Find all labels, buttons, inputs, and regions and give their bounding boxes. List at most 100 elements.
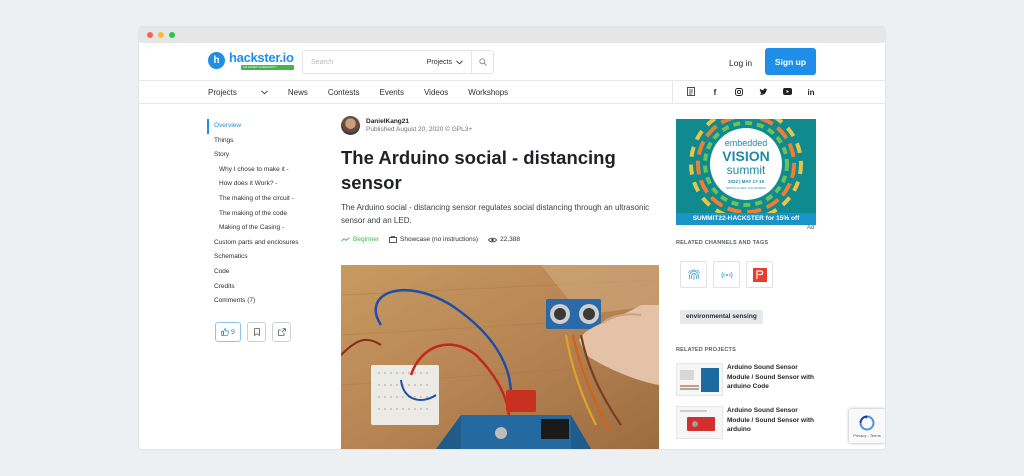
view-count: 22,388 — [488, 236, 520, 243]
recaptcha-badge[interactable]: Privacy - Terms — [849, 409, 885, 443]
search-icon — [478, 58, 487, 66]
chevron-down-icon — [261, 90, 268, 95]
related-project-item[interactable]: Arduino Sound Sensor Module / Sound Sens… — [676, 363, 817, 396]
recaptcha-icon — [859, 415, 875, 430]
bookmark-button[interactable] — [247, 322, 266, 342]
project-cover-image[interactable] — [341, 265, 659, 449]
bookmark-icon — [253, 328, 260, 336]
view-count-label: 22,388 — [500, 236, 520, 243]
related-project-title: Arduino Sound Sensor Module / Sound Sens… — [727, 364, 815, 390]
project-actions: 9 — [215, 322, 291, 342]
toc-item-schematics[interactable]: Schematics — [208, 250, 299, 265]
showcase-icon — [389, 236, 397, 243]
nav-projects-label: Projects — [208, 88, 237, 97]
related-project-thumbnail — [676, 406, 723, 439]
table-of-contents: Overview Things Story Why I chose to mak… — [207, 119, 299, 309]
share-button[interactable] — [272, 322, 291, 342]
share-icon — [277, 328, 286, 336]
wireless-icon — [720, 271, 733, 278]
nav-events[interactable]: Events — [380, 88, 404, 97]
close-window-dot[interactable] — [147, 32, 153, 38]
eye-icon — [488, 237, 498, 242]
related-channels-heading: RELATED CHANNELS AND TAGS — [676, 240, 769, 246]
toc-item-how-works[interactable]: How does it Work? - — [208, 177, 299, 192]
ad-label: Ad — [807, 225, 815, 231]
project-type-label: Showcase (no instructions) — [400, 236, 479, 243]
toc-item-credits[interactable]: Credits — [208, 280, 299, 295]
chevron-down-icon — [456, 59, 463, 64]
logo-text: hackster.io — [229, 50, 294, 65]
project-title: The Arduino social - distancing sensor — [341, 147, 616, 193]
ad-location: SANTA CLARA, CALIFORNIA — [725, 186, 767, 190]
project-description: The Arduino social - distancing sensor r… — [341, 203, 650, 225]
toc-item-overview[interactable]: Overview — [207, 119, 299, 134]
search-scope-dropdown[interactable]: Projects — [427, 59, 471, 66]
login-link[interactable]: Log in — [729, 58, 752, 68]
nav-divider — [672, 81, 673, 104]
author-avatar[interactable] — [341, 116, 360, 135]
window-titlebar — [139, 27, 885, 43]
difficulty-icon — [341, 236, 350, 241]
minimize-window-dot[interactable] — [158, 32, 164, 38]
channel-tile-brand[interactable] — [746, 261, 773, 288]
nav-contests[interactable]: Contests — [328, 88, 360, 97]
tag-environmental-sensing[interactable]: environmental sensing — [680, 310, 763, 324]
channel-tile-wireless[interactable] — [713, 261, 740, 288]
logo-badge: AN AVNET COMMUNITY — [241, 65, 294, 70]
related-project-thumbnail — [676, 363, 723, 396]
search-bar: Search Projects — [302, 50, 494, 74]
toc-item-comments[interactable]: Comments (7) — [208, 294, 299, 309]
ad-line-vision: VISION — [722, 148, 770, 164]
twitter-icon[interactable] — [758, 87, 768, 98]
nav-workshops[interactable]: Workshops — [468, 88, 508, 97]
main-nav: Projects News Contests Events Videos Wor… — [139, 81, 885, 104]
youtube-icon[interactable] — [782, 88, 792, 97]
fingerprint-icon — [687, 269, 700, 280]
signup-button[interactable]: Sign up — [765, 48, 816, 75]
recaptcha-label[interactable]: Privacy - Terms — [853, 433, 880, 438]
channel-tiles — [680, 261, 773, 288]
toc-item-making-circuit[interactable]: The making of the circuit - — [208, 192, 299, 207]
facebook-icon[interactable]: f — [710, 88, 720, 97]
project-type: Showcase (no instructions) — [389, 236, 478, 243]
ad-dates: 2022 | MAY 17-19 — [727, 179, 765, 184]
nav-projects[interactable]: Projects — [208, 88, 268, 97]
author-name[interactable]: DanielKang21 — [366, 118, 472, 125]
nav-news[interactable]: News — [288, 88, 308, 97]
toc-item-custom-parts[interactable]: Custom parts and enclosures — [208, 236, 299, 251]
toc-item-code[interactable]: Code — [208, 265, 299, 280]
site-header: h hackster.io AN AVNET COMMUNITY Search … — [139, 43, 885, 81]
maximize-window-dot[interactable] — [169, 32, 175, 38]
brand-logo-icon — [752, 267, 767, 282]
toc-item-things[interactable]: Things — [208, 134, 299, 149]
thumbs-up-icon — [221, 328, 229, 336]
author-block: DanielKang21 Published August 20, 2020 ©… — [341, 116, 659, 135]
ad-line-summit: summit — [726, 163, 766, 177]
linkedin-icon[interactable]: in — [806, 88, 816, 97]
publish-meta: Published August 20, 2020 © GPL3+ — [366, 126, 473, 133]
ad-banner[interactable]: embedded VISION summit 2022 | MAY 17-19 … — [676, 119, 816, 225]
hackster-logo[interactable]: h hackster.io AN AVNET COMMUNITY — [208, 51, 294, 70]
toc-item-why-chose[interactable]: Why I chose to make it - — [208, 163, 299, 178]
related-project-title: Arduino Sound Sensor Module / Sound Sens… — [727, 407, 815, 433]
social-links: f in — [686, 81, 816, 104]
channel-tile-fingerprint[interactable] — [680, 261, 707, 288]
toc-item-making-code[interactable]: The making of the code — [208, 207, 299, 222]
article-header: DanielKang21 Published August 20, 2020 ©… — [341, 116, 659, 243]
hackster-logo-icon: h — [208, 52, 225, 69]
search-input[interactable]: Search — [303, 59, 427, 66]
like-button[interactable]: 9 — [215, 322, 241, 342]
toc-item-making-casing[interactable]: Making of the Casing - — [208, 221, 299, 236]
nav-videos[interactable]: Videos — [424, 88, 448, 97]
toc-item-story[interactable]: Story — [208, 148, 299, 163]
search-scope-label: Projects — [426, 58, 452, 66]
like-count: 9 — [231, 328, 235, 336]
difficulty-level: Beginner — [341, 236, 379, 243]
difficulty-label: Beginner — [353, 236, 380, 243]
search-button[interactable] — [471, 51, 493, 73]
ad-promo: SUMMIT22-HACKSTER for 15% off — [692, 215, 800, 222]
related-project-item[interactable]: Arduino Sound Sensor Module / Sound Sens… — [676, 406, 817, 439]
rss-icon[interactable] — [686, 87, 696, 98]
instagram-icon[interactable] — [734, 87, 744, 98]
related-projects-heading: RELATED PROJECTS — [676, 347, 736, 353]
